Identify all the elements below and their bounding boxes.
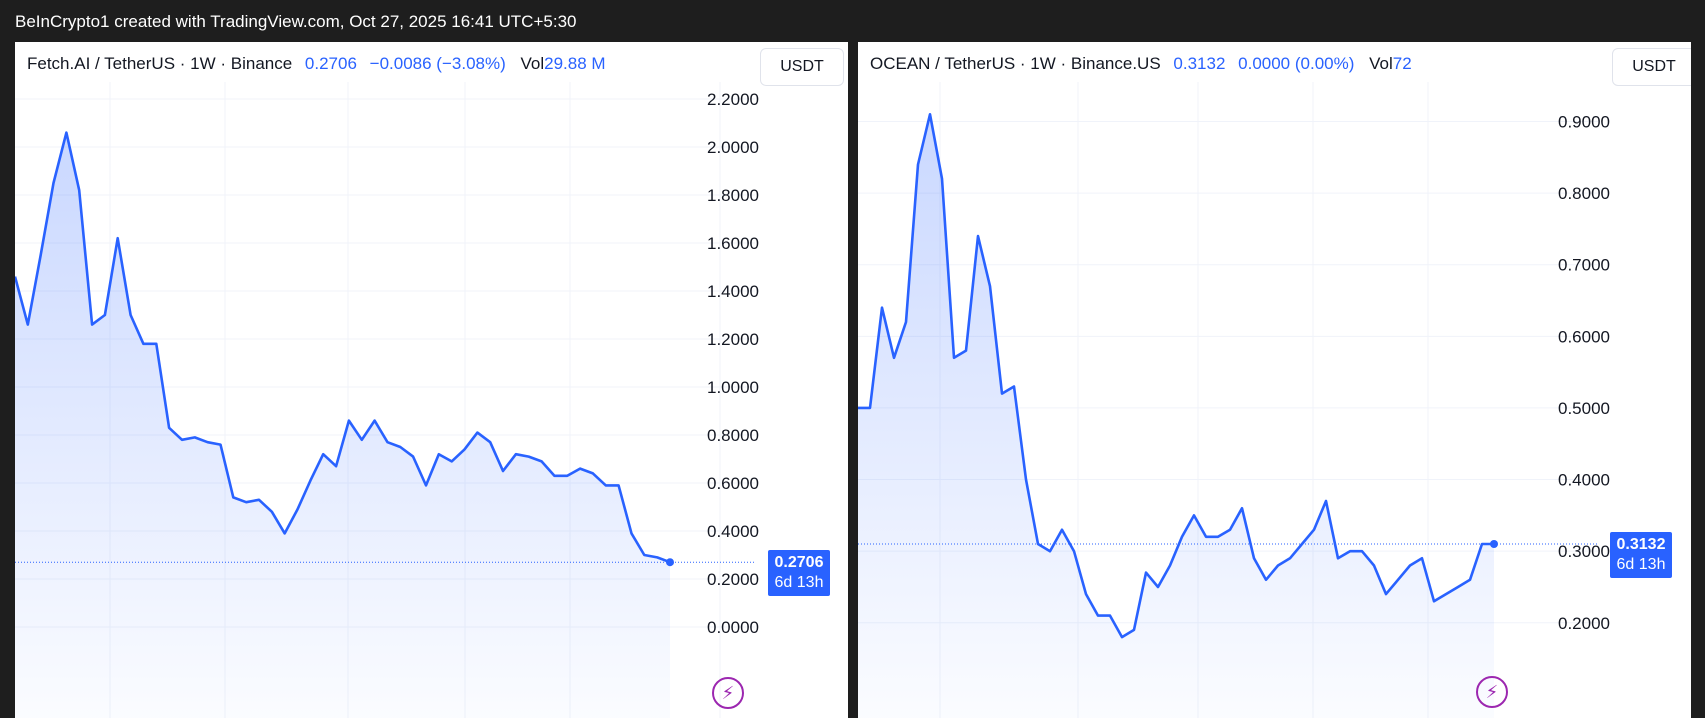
- symbol-label: Fetch.AI / TetherUS · 1W · Binance: [27, 54, 293, 73]
- last-price-label: 0.3132: [1173, 54, 1226, 73]
- watermark-bar: BeInCrypto1 created with TradingView.com…: [0, 0, 1705, 42]
- y-tick-label: 0.7000: [1558, 256, 1610, 275]
- y-tick-label: 0.4000: [707, 522, 759, 541]
- y-tick-label: 1.8000: [707, 186, 759, 205]
- lightning-icon[interactable]: ⚡: [712, 677, 744, 709]
- y-tick-label: 0.0000: [707, 618, 759, 637]
- volume-label: Vol72: [1369, 54, 1412, 73]
- y-tick-label: 0.8000: [1558, 184, 1610, 203]
- last-price-tag: 0.3132 6d 13h: [1610, 532, 1672, 578]
- y-tick-label: 1.6000: [707, 234, 759, 253]
- change-label: 0.0000 (0.00%): [1238, 54, 1355, 73]
- tag-countdown: 6d 13h: [774, 574, 824, 592]
- watermark-text: BeInCrypto1 created with TradingView.com…: [15, 12, 577, 31]
- y-tick-label: 0.6000: [1558, 327, 1610, 346]
- last-price-label: 0.2706: [304, 54, 357, 73]
- chart-panel-fetch[interactable]: 0.0000 0.2000 0.4000 0.6000 0.8000 1.0000 1.20…: [15, 42, 848, 718]
- y-tick-label: 0.2000: [1558, 614, 1610, 633]
- lightning-icon[interactable]: ⚡: [1476, 676, 1508, 708]
- chart-fetch[interactable]: 0.0000 0.2000 0.4000 0.6000 0.8000 1.0000 1.20…: [15, 42, 848, 718]
- series-area: [15, 132, 670, 718]
- legend-fetch: Fetch.AI / TetherUS · 1W · Binance 0.270…: [27, 54, 606, 74]
- chart-panel-ocean[interactable]: 0.2000 0.3000 0.4000 0.5000 0.6000 0.7000 0.80…: [858, 42, 1691, 718]
- currency-button[interactable]: USDT: [760, 48, 844, 86]
- y-tick-label: 0.3000: [1558, 542, 1610, 561]
- y-tick-label: 0.9000: [1558, 112, 1610, 131]
- symbol-label: OCEAN / TetherUS · 1W · Binance.US: [870, 54, 1161, 73]
- y-tick-label: 1.0000: [707, 378, 759, 397]
- volume-label: Vol29.88 M: [520, 54, 606, 73]
- last-price-tag: 0.2706 6d 13h: [768, 550, 830, 597]
- y-tick-label: 2.2000: [707, 90, 759, 109]
- last-price-dot: [666, 558, 674, 567]
- y-tick-label: 0.8000: [707, 426, 759, 445]
- tag-countdown: 6d 13h: [1616, 556, 1666, 573]
- tag-price: 0.3132: [1616, 536, 1666, 553]
- change-label: −0.0086 (−3.08%): [369, 54, 506, 73]
- series-area: [858, 114, 1494, 718]
- y-tick-label: 0.4000: [1558, 471, 1610, 490]
- y-tick-label: 0.5000: [1558, 399, 1610, 418]
- y-tick-label: 2.0000: [707, 138, 759, 157]
- y-tick-label: 1.4000: [707, 282, 759, 301]
- y-tick-label: 0.2000: [707, 570, 759, 589]
- legend-ocean: OCEAN / TetherUS · 1W · Binance.US 0.313…: [870, 54, 1412, 74]
- currency-button[interactable]: USDT: [1612, 48, 1691, 86]
- tag-price: 0.2706: [774, 554, 824, 572]
- y-tick-label: 0.6000: [707, 474, 759, 493]
- last-price-dot: [1490, 540, 1498, 548]
- chart-ocean[interactable]: 0.2000 0.3000 0.4000 0.5000 0.6000 0.7000 0.80…: [858, 42, 1691, 718]
- y-tick-label: 1.2000: [707, 330, 759, 349]
